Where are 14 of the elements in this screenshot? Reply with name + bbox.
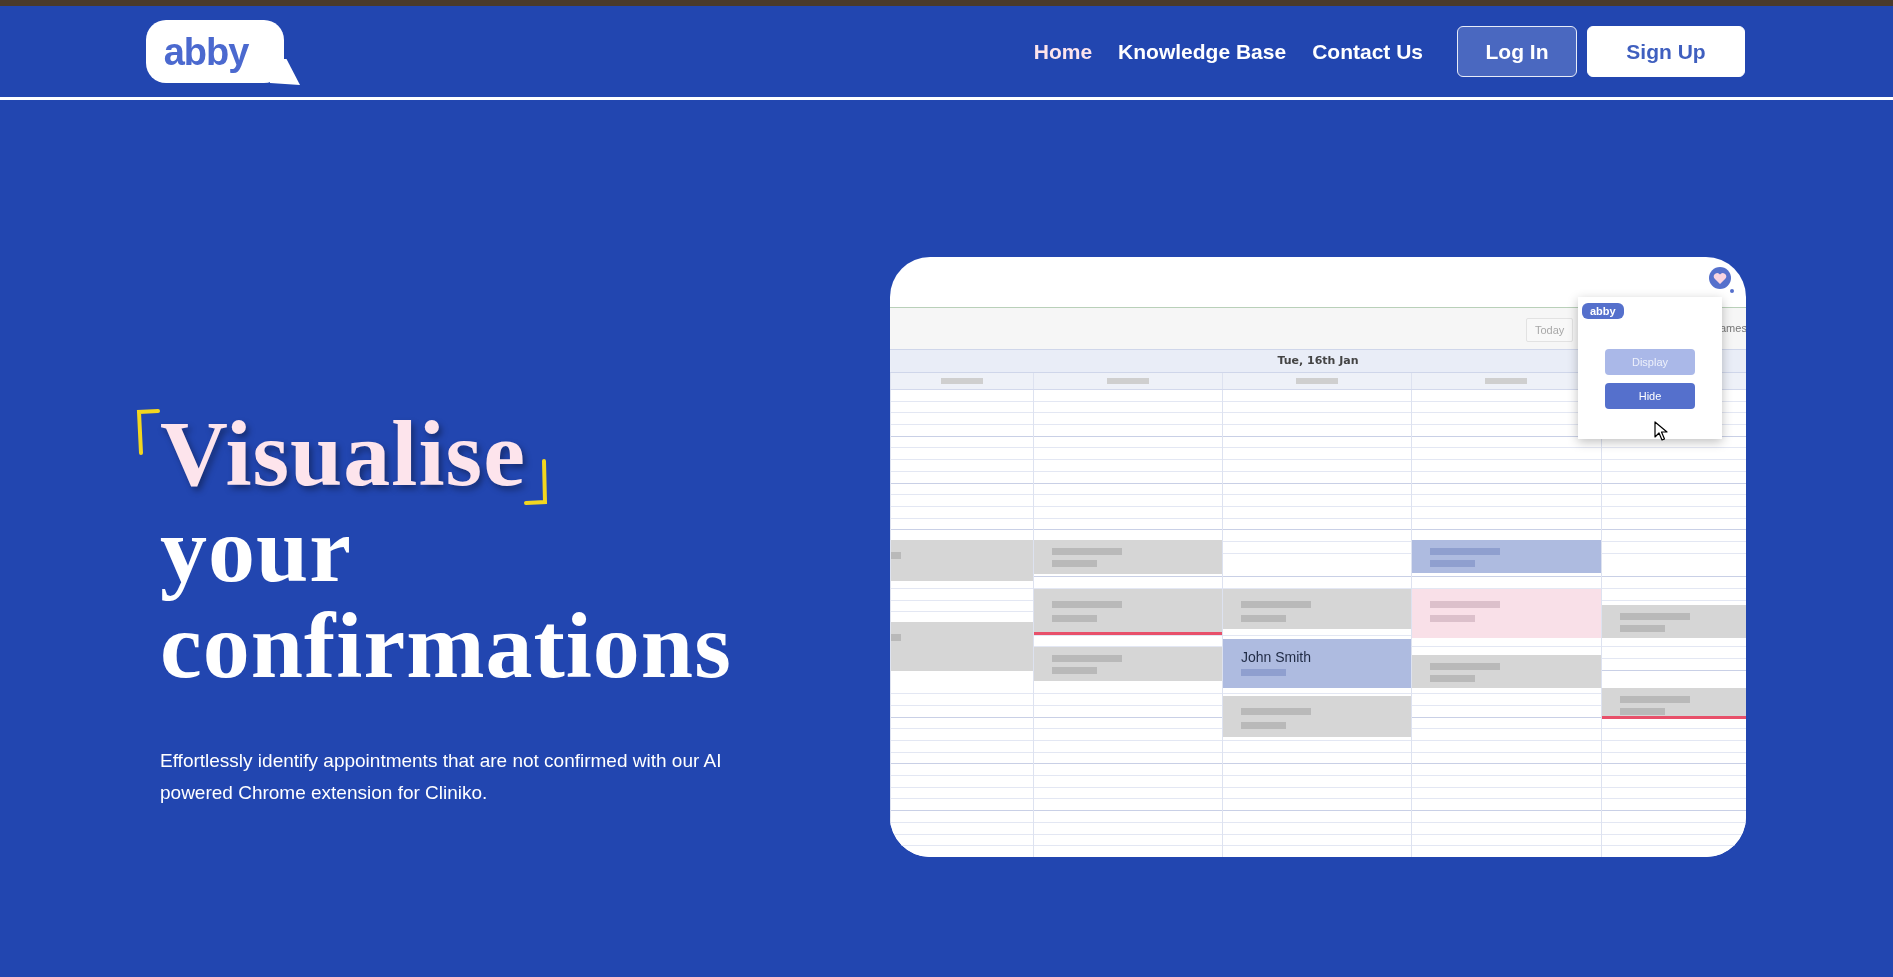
nav-link[interactable]: Home xyxy=(1033,39,1093,64)
hero-description: Effortlessly identify appointments that are not confirmed with our AI powered Chrome extension for Cliniko. xyxy=(160,749,723,805)
sign-up-button[interactable]: Sign Up xyxy=(1587,26,1745,77)
nav-link[interactable]: Knowledge Base xyxy=(1118,39,1287,64)
headline-word: Visualise xyxy=(160,405,526,501)
log-in-button[interactable]: Log In xyxy=(1457,26,1577,77)
bracket-icon xyxy=(136,409,160,455)
logo: abby xyxy=(1582,303,1624,319)
patient-name: John Smith xyxy=(1241,649,1313,665)
heart-icon[interactable] xyxy=(1708,266,1736,294)
hide-button[interactable]: Hide xyxy=(1605,383,1695,409)
bracket-icon xyxy=(523,459,548,505)
nav-link[interactable]: Contact Us xyxy=(1312,39,1423,64)
logo[interactable]: abby xyxy=(146,20,300,85)
